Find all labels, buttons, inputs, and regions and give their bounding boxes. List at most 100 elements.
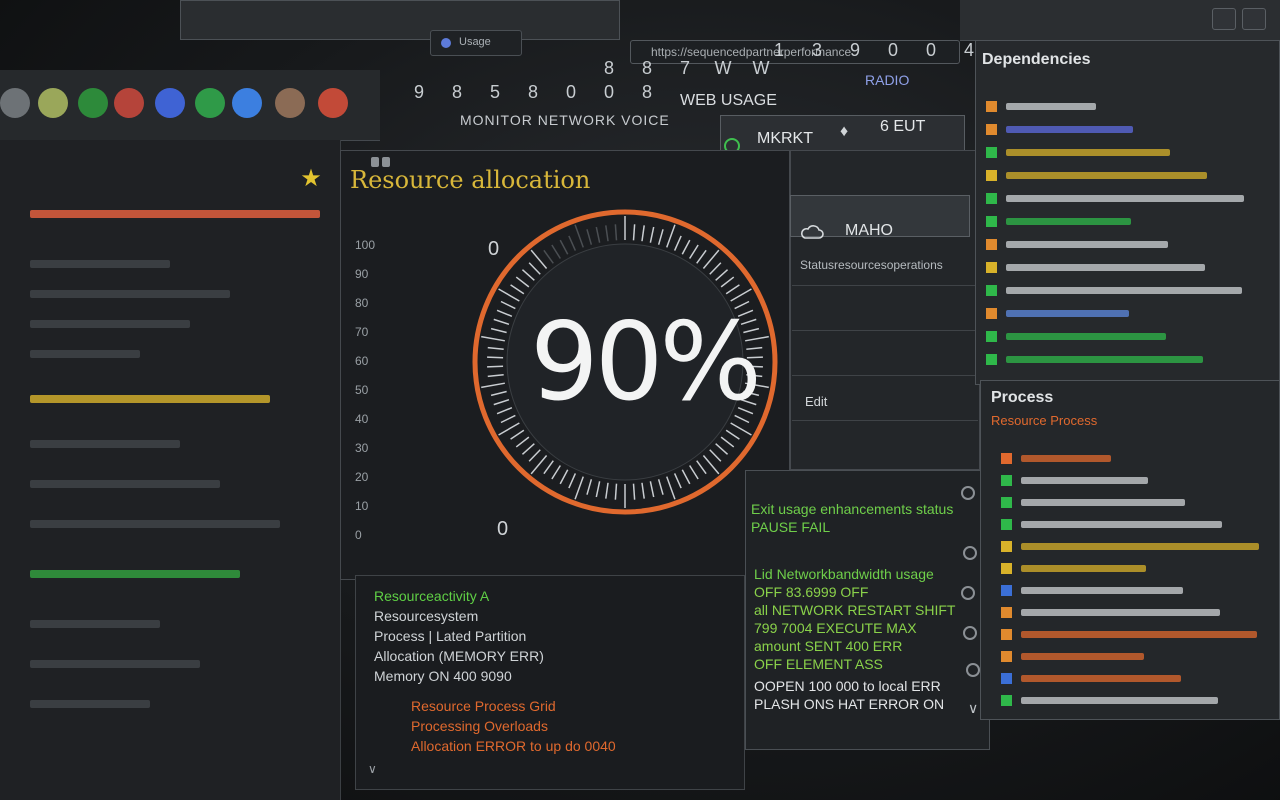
- status-square[interactable]: [1001, 607, 1012, 618]
- alert-icon[interactable]: ♦: [840, 123, 848, 141]
- y-tick-label: 80: [355, 296, 369, 310]
- radio-label[interactable]: RADIO: [865, 72, 909, 88]
- monitor-label: MONITOR NETWORK VOICE: [460, 112, 670, 128]
- minimize-button[interactable]: [1212, 8, 1236, 30]
- gauge-tick: [481, 382, 505, 389]
- gauge-tick: [720, 436, 735, 448]
- status-square[interactable]: [1001, 695, 1012, 706]
- log-radio[interactable]: [963, 546, 977, 560]
- gauge-tick: [481, 335, 505, 342]
- status-square[interactable]: [986, 354, 997, 365]
- browser-tab[interactable]: Usage: [430, 30, 522, 56]
- status-square[interactable]: [986, 124, 997, 135]
- app-icon-red[interactable]: [114, 88, 144, 118]
- status-square[interactable]: [1001, 651, 1012, 662]
- app-icon-blue[interactable]: [155, 88, 185, 118]
- status-square[interactable]: [986, 101, 997, 112]
- status-square[interactable]: [1001, 563, 1012, 574]
- gauge-tick: [551, 244, 561, 259]
- sidebar-row[interactable]: [30, 260, 170, 268]
- status-square[interactable]: [986, 331, 997, 342]
- status-square[interactable]: [986, 170, 997, 181]
- console-line: Memory ON 400 9090: [374, 668, 512, 684]
- status-square[interactable]: [986, 216, 997, 227]
- status-square[interactable]: [986, 239, 997, 250]
- gauge-tick: [696, 460, 707, 475]
- app-icon-mail[interactable]: [232, 88, 262, 118]
- edit-button[interactable]: Edit: [805, 394, 827, 409]
- maximize-button[interactable]: [1242, 8, 1266, 30]
- log-line: OFF ELEMENT ASS: [754, 656, 883, 672]
- sidebar-row[interactable]: [30, 700, 150, 708]
- gauge-tick: [595, 481, 601, 498]
- gauge-tick: [605, 225, 609, 242]
- status-square[interactable]: [986, 147, 997, 158]
- status-square[interactable]: [986, 308, 997, 319]
- cloud-icon: [801, 225, 824, 239]
- sidebar-row[interactable]: [30, 350, 140, 358]
- console-panel: Resourceactivity A Resourcesystem Proces…: [355, 575, 745, 790]
- gauge-tick: [559, 469, 569, 485]
- gauge-tick: [666, 476, 676, 500]
- gauge-tick: [568, 235, 577, 251]
- sidebar-row[interactable]: [30, 440, 180, 448]
- status-square[interactable]: [1001, 629, 1012, 640]
- gauge-tick: [559, 239, 569, 255]
- star-icon[interactable]: ★: [298, 166, 324, 192]
- log-radio[interactable]: [966, 663, 980, 677]
- status-bar: [1021, 565, 1146, 572]
- app-icon-chart[interactable]: [195, 88, 225, 118]
- log-radio[interactable]: [961, 486, 975, 500]
- gauge-tick: [515, 436, 530, 448]
- divider: [792, 375, 978, 376]
- status-square[interactable]: [1001, 585, 1012, 596]
- app-icon-green[interactable]: [78, 88, 108, 118]
- status-square[interactable]: [1001, 453, 1012, 464]
- refresh-icon[interactable]: [38, 88, 68, 118]
- sidebar-highlight-row[interactable]: [30, 210, 320, 218]
- sidebar-progress-bar-green: [30, 570, 240, 578]
- gauge-tick: [551, 465, 561, 480]
- gauge-tick: [702, 454, 720, 475]
- gauge-tick: [702, 249, 720, 270]
- console-line: Allocation ERROR to up do 0040: [411, 738, 616, 754]
- sidebar-row[interactable]: [30, 480, 220, 488]
- gauge-tick: [641, 482, 645, 499]
- y-tick-label: 90: [355, 267, 369, 281]
- app-icon-user[interactable]: [275, 88, 305, 118]
- status-numbers-row: 9858008: [413, 82, 652, 102]
- y-tick-label: 100: [355, 238, 376, 252]
- log-radio[interactable]: [963, 626, 977, 640]
- status-square[interactable]: [986, 262, 997, 273]
- y-tick-label: 10: [355, 499, 369, 513]
- sidebar-row[interactable]: [30, 620, 160, 628]
- title-bar: [180, 0, 620, 40]
- gauge-tick: [673, 473, 682, 489]
- gauge-tick: [528, 262, 541, 275]
- sidebar-row[interactable]: [30, 290, 230, 298]
- eout-button[interactable]: 6 EUT: [880, 118, 925, 136]
- y-tick-label: 30: [355, 441, 369, 455]
- status-square[interactable]: [1001, 519, 1012, 530]
- home-icon[interactable]: [0, 88, 30, 118]
- sidebar-row[interactable]: [30, 660, 200, 668]
- status-square[interactable]: [1001, 475, 1012, 486]
- status-square[interactable]: [986, 285, 997, 296]
- gauge-tick: [528, 449, 541, 462]
- gauge-tick: [689, 465, 699, 480]
- sidebar-row[interactable]: [30, 520, 280, 528]
- sidebar-row[interactable]: [30, 320, 190, 328]
- status-square[interactable]: [986, 193, 997, 204]
- chevron-down-icon[interactable]: ∨: [968, 700, 978, 717]
- gauge-tick: [521, 269, 535, 281]
- log-radio[interactable]: [961, 586, 975, 600]
- status-bar: [1006, 195, 1244, 202]
- market-button[interactable]: MKRKT: [757, 130, 813, 148]
- log-line: PAUSE FAIL: [751, 519, 831, 535]
- app-icon-fire[interactable]: [318, 88, 348, 118]
- status-square[interactable]: [1001, 673, 1012, 684]
- chevron-down-icon[interactable]: ∨: [368, 762, 377, 776]
- status-bar: [1021, 477, 1148, 484]
- status-square[interactable]: [1001, 497, 1012, 508]
- status-square[interactable]: [1001, 541, 1012, 552]
